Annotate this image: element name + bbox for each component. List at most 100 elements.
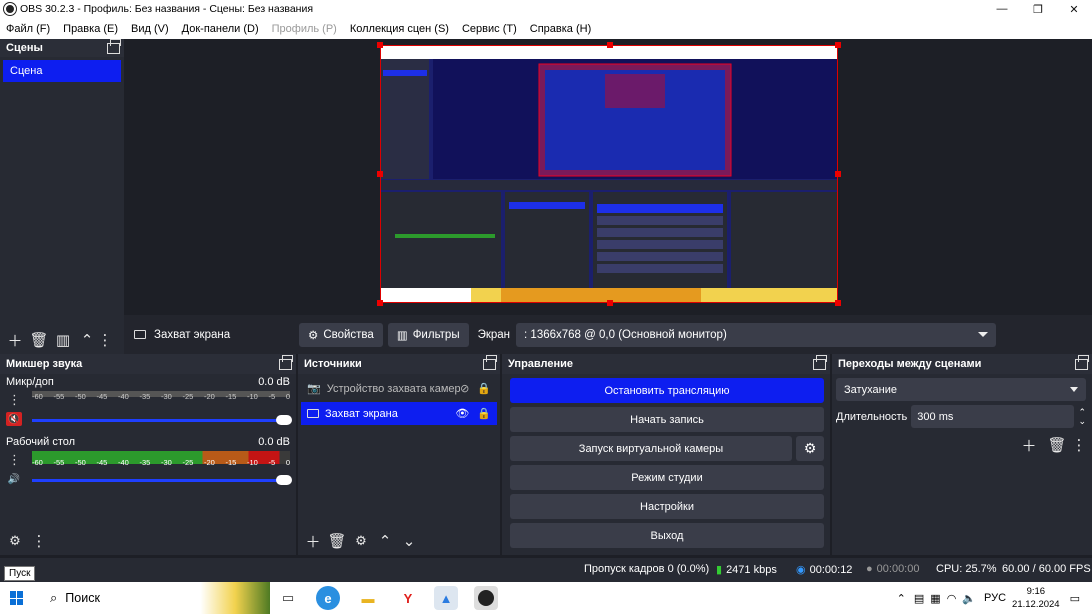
menu-scene-collection[interactable]: Коллекция сцен (S) xyxy=(350,23,449,35)
spinner-icon[interactable]: ⌃ ⌄ xyxy=(1078,407,1086,426)
signal-bars-icon: ▮ xyxy=(716,564,723,576)
source-item[interactable]: Захват экрана 👁 🔒 xyxy=(301,402,497,425)
preview-canvas[interactable] xyxy=(377,42,841,306)
close-button[interactable]: ✕ xyxy=(1056,0,1092,18)
tray-icon[interactable]: ▤ xyxy=(914,592,924,605)
windows-start-icon[interactable] xyxy=(10,591,24,605)
taskbar-search[interactable]: ⌕ Поиск xyxy=(38,582,270,614)
edge-icon[interactable]: e xyxy=(316,586,340,610)
language-indicator[interactable]: РУС xyxy=(984,592,1006,604)
hidden-eye-icon[interactable]: ⊘ xyxy=(460,382,470,395)
duration-label: Длительность xyxy=(836,410,908,423)
scene-item[interactable]: Сцена xyxy=(3,60,121,82)
resize-handle-bl[interactable] xyxy=(377,300,383,306)
minimize-button[interactable]: — xyxy=(984,0,1020,18)
track-menu-icon[interactable]: ⋮ xyxy=(8,393,21,406)
scene-filters-icon[interactable]: ▥ xyxy=(54,331,72,349)
volume-slider-knob[interactable] xyxy=(276,415,292,425)
chevron-up-icon[interactable]: ⌃ xyxy=(897,592,906,605)
wifi-icon[interactable]: ◠ xyxy=(947,592,957,605)
properties-button[interactable]: ⚙ Свойства xyxy=(299,322,383,347)
remove-scene-icon[interactable]: 🗑 xyxy=(29,331,48,349)
menu-view[interactable]: Вид (V) xyxy=(131,23,169,35)
duration-input[interactable]: 300 ms xyxy=(911,405,1075,428)
mixer-title: Микшер звука xyxy=(6,358,83,370)
more-menu-icon[interactable]: ⋮ xyxy=(30,532,48,550)
resize-handle-br[interactable] xyxy=(835,300,841,306)
notifications-icon[interactable]: ▭ xyxy=(1070,592,1080,605)
resize-handle-ml[interactable] xyxy=(377,171,383,177)
monitor-icon xyxy=(134,330,146,339)
stop-streaming-button[interactable]: Остановить трансляцию xyxy=(510,378,824,403)
remove-source-icon[interactable]: 🗑 xyxy=(327,532,346,550)
scenes-title: Сцены xyxy=(6,42,43,54)
start-virtual-camera-button[interactable]: Запуск виртуальной камеры xyxy=(510,436,792,461)
undock-icon[interactable] xyxy=(813,354,827,370)
studio-mode-button[interactable]: Режим студии xyxy=(510,465,824,490)
remove-transition-icon[interactable]: 🗑 xyxy=(1047,436,1066,454)
selected-source: Захват экрана xyxy=(134,329,299,341)
volume-slider-knob[interactable] xyxy=(276,475,292,485)
menu-edit[interactable]: Правка (E) xyxy=(63,23,118,35)
undock-icon[interactable] xyxy=(107,38,121,54)
duration-value: 300 ms xyxy=(917,410,954,423)
screen-select[interactable]: : 1366x768 @ 0,0 (Основной монитор) xyxy=(516,322,997,347)
volume-slider[interactable] xyxy=(32,415,292,425)
resize-handle-tc[interactable] xyxy=(607,42,613,48)
menu-tools[interactable]: Сервис (T) xyxy=(462,23,517,35)
undock-icon[interactable] xyxy=(1075,354,1089,370)
resize-handle-tr[interactable] xyxy=(835,42,841,48)
filters-button[interactable]: ▥ Фильтры xyxy=(387,322,469,347)
undock-icon[interactable] xyxy=(279,354,293,370)
track-db: 0.0 dB xyxy=(258,376,290,388)
menu-docks[interactable]: Док-панели (D) xyxy=(182,23,259,35)
advanced-audio-icon[interactable]: ⚙ xyxy=(6,532,24,550)
eye-icon[interactable]: 👁 xyxy=(455,407,469,420)
source-properties-icon[interactable]: ⚙ xyxy=(352,532,370,550)
source-item-label: Захват экрана xyxy=(325,407,398,420)
app-icon[interactable]: ▲ xyxy=(434,586,458,610)
move-down-icon[interactable]: ⌄ xyxy=(400,532,418,550)
resize-handle-bc[interactable] xyxy=(607,300,613,306)
add-transition-icon[interactable]: ＋ xyxy=(1020,436,1038,455)
properties-label: Свойства xyxy=(323,328,374,341)
lock-icon[interactable]: 🔒 xyxy=(477,407,491,420)
move-up-icon[interactable]: ⌃ xyxy=(376,532,394,550)
menu-help[interactable]: Справка (H) xyxy=(530,23,591,35)
transition-select[interactable]: Затухание xyxy=(836,378,1086,401)
menu-profile[interactable]: Профиль (P) xyxy=(272,23,337,35)
volume-icon[interactable]: 🔈 xyxy=(962,592,976,605)
yandex-browser-icon[interactable]: Y xyxy=(396,586,420,610)
restore-button[interactable]: ❐ xyxy=(1020,0,1056,18)
volume-slider[interactable] xyxy=(32,475,292,485)
add-source-icon[interactable]: ＋ xyxy=(304,532,322,551)
add-scene-icon[interactable]: ＋ xyxy=(6,331,24,350)
clock[interactable]: 9:16 21.12.2024 xyxy=(1012,585,1060,611)
undock-icon[interactable] xyxy=(483,354,497,370)
exit-button[interactable]: Выход xyxy=(510,523,824,548)
clock-date: 21.12.2024 xyxy=(1012,599,1060,610)
resize-handle-tl[interactable] xyxy=(377,42,383,48)
more-menu-icon[interactable]: ⋮ xyxy=(98,331,113,349)
lock-icon[interactable]: 🔒 xyxy=(477,382,491,395)
mixer-track-desktop: Рабочий стол 0.0 dB ⋮ -60 -55 -50 -45 -40 -35… xyxy=(0,434,296,494)
move-up-icon[interactable]: ⌃ xyxy=(78,331,96,349)
filters-icon: ▥ xyxy=(396,329,408,342)
mixer-toolbar: ⚙ ⋮ xyxy=(0,527,296,555)
obs-taskbar-icon[interactable] xyxy=(474,586,498,610)
resize-handle-mr[interactable] xyxy=(835,171,841,177)
source-item[interactable]: 📷 Устройство захвата камер ⊘ 🔒 xyxy=(301,377,497,400)
task-view-icon[interactable]: ▭ xyxy=(276,586,300,610)
muted-speaker-icon[interactable]: 🔇 xyxy=(6,412,22,426)
file-explorer-icon[interactable]: ▬ xyxy=(356,586,380,610)
virtual-camera-settings-icon[interactable]: ⚙ xyxy=(796,436,824,461)
menu-file[interactable]: Файл (F) xyxy=(6,23,50,35)
settings-button[interactable]: Настройки xyxy=(510,494,824,519)
record-icon: ● xyxy=(866,563,873,575)
tray-icon[interactable]: ▦ xyxy=(930,592,940,605)
more-menu-icon[interactable]: ⋮ xyxy=(1072,436,1087,454)
speaker-icon[interactable]: 🔊 xyxy=(6,472,22,486)
start-recording-button[interactable]: Начать запись xyxy=(510,407,824,432)
stream-time-status: ◉ 00:00:12 xyxy=(796,563,852,577)
track-menu-icon[interactable]: ⋮ xyxy=(8,453,21,466)
